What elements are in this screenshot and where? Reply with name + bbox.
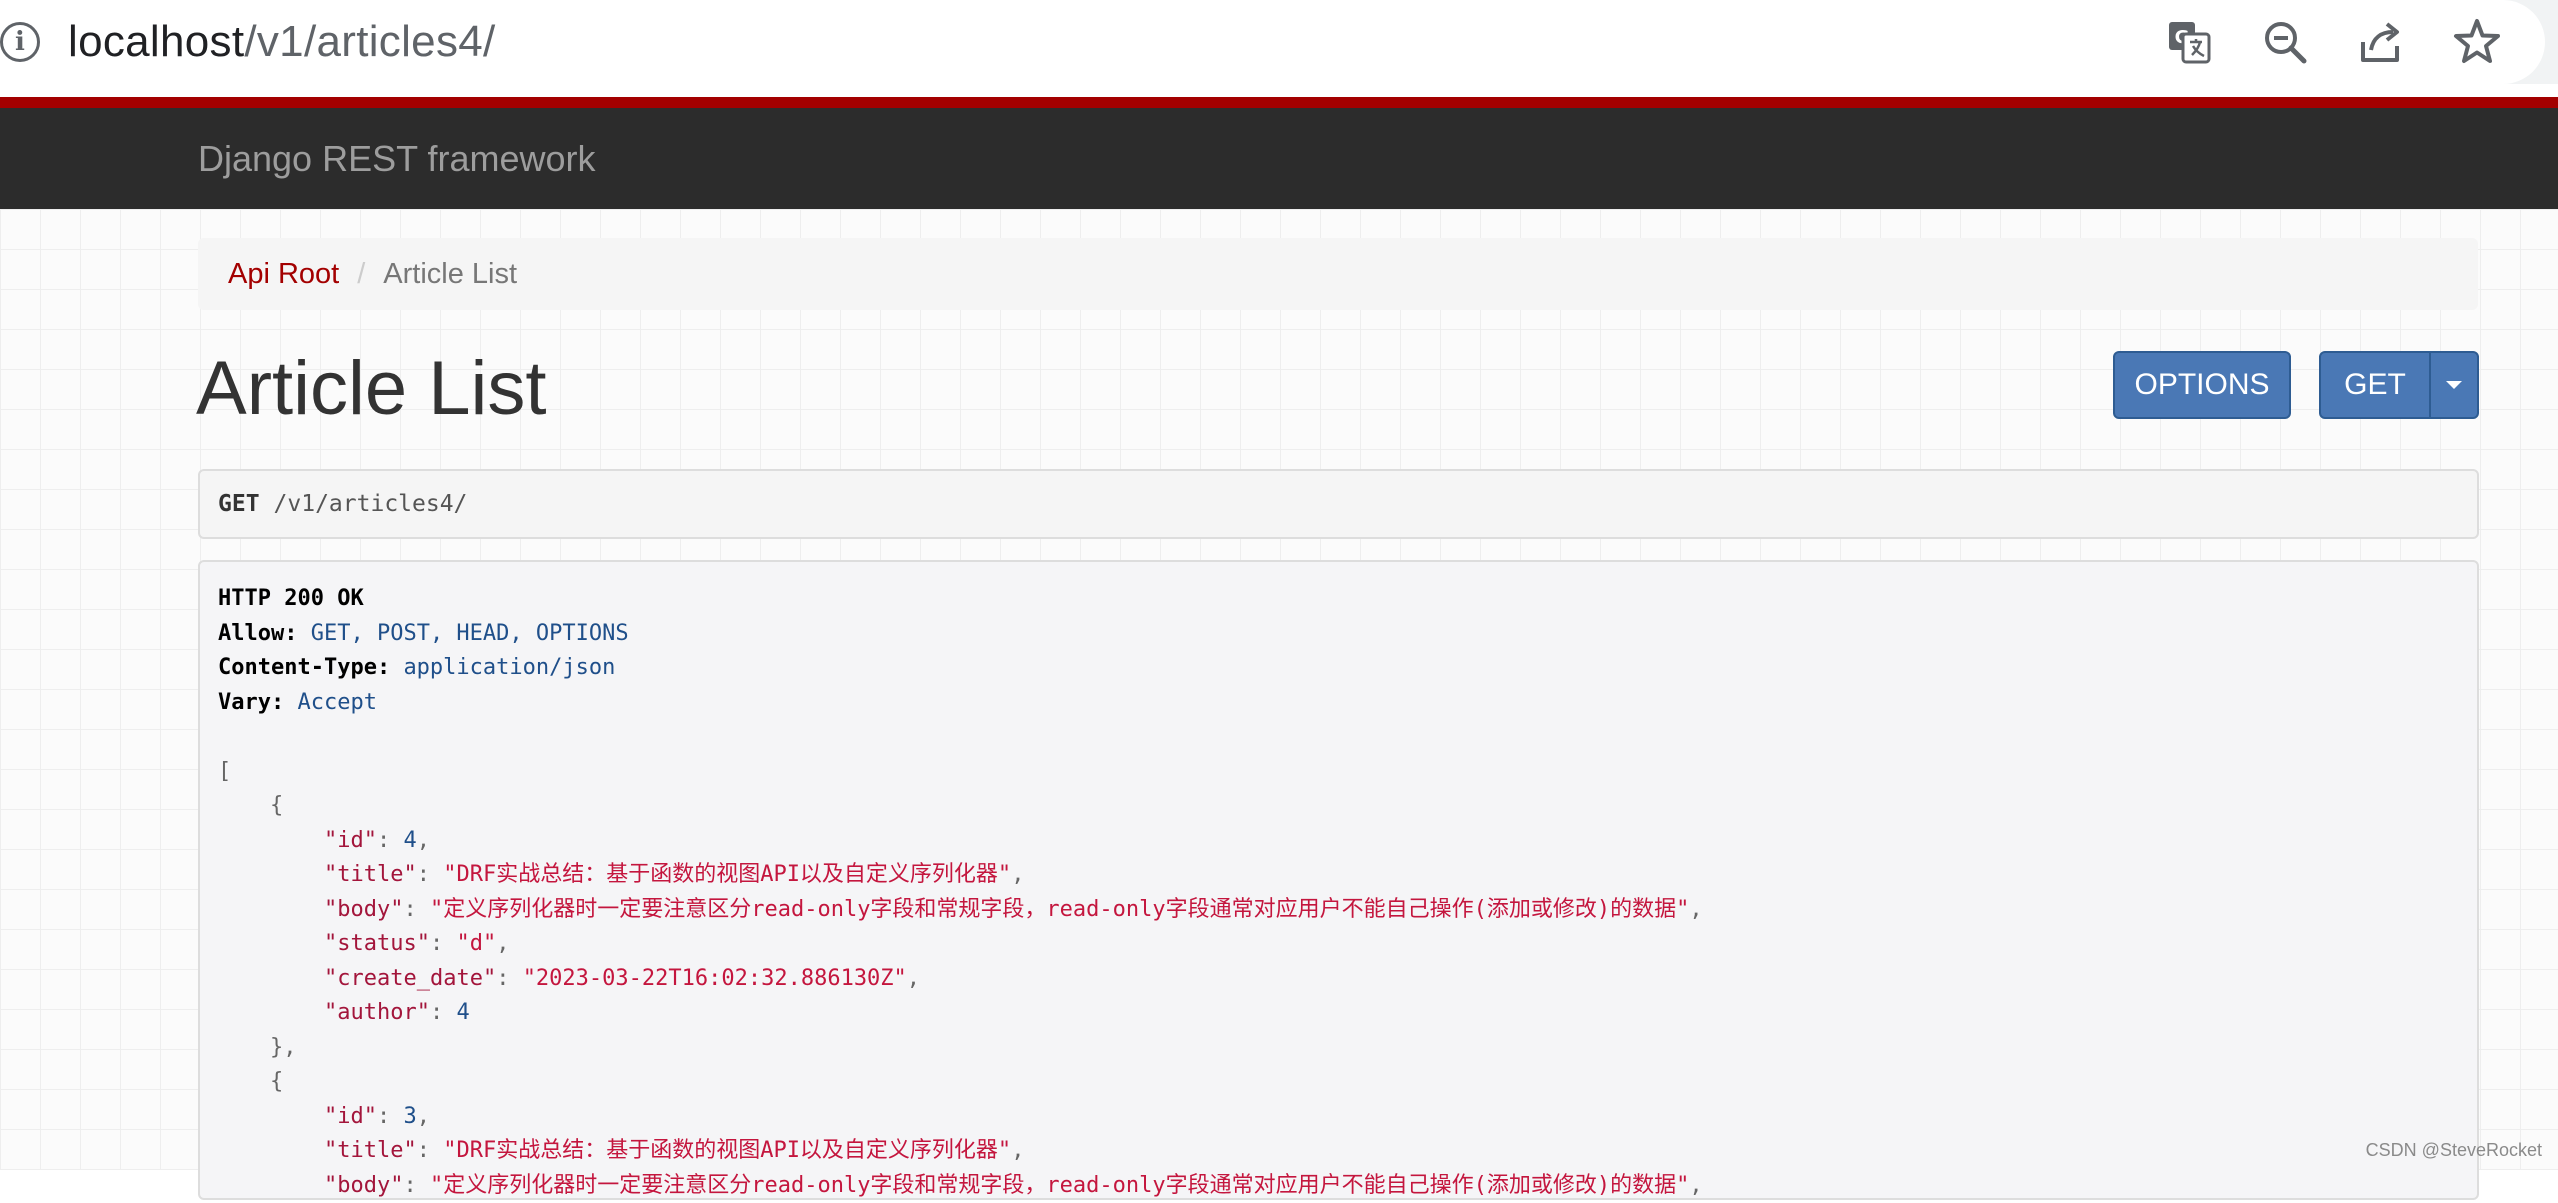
json-open-brace: { — [218, 1065, 2459, 1100]
response-info: HTTP 200 OK Allow: GET, POST, HEAD, OPTI… — [198, 560, 2479, 1200]
json-value: "DRF实战总结：基于函数的视图API以及自定义序列化器" — [443, 1138, 1011, 1163]
json-field-body: "body": "定义序列化器时一定要注意区分read-only字段和常规字段，… — [218, 893, 2459, 928]
json-open-bracket: [ — [218, 755, 2459, 790]
caret-down-icon — [2446, 381, 2462, 389]
json-value: "定义序列化器时一定要注意区分read-only字段和常规字段，read-onl… — [430, 897, 1689, 922]
json-value: "定义序列化器时一定要注意区分read-only字段和常规字段，read-onl… — [430, 1173, 1689, 1198]
request-method: GET — [218, 491, 260, 517]
json-field-id: "id": 4, — [218, 824, 2459, 859]
header-value: application/json — [403, 655, 615, 680]
header-value: Accept — [297, 690, 376, 715]
address-bar-actions: G — [2163, 16, 2503, 68]
zoom-out-icon[interactable] — [2259, 16, 2311, 68]
address-url[interactable]: localhost/v1/articles4/ — [68, 14, 496, 70]
response-header-allow: Allow: GET, POST, HEAD, OPTIONS — [218, 617, 2459, 652]
response-header-content-type: Content-Type: application/json — [218, 651, 2459, 686]
breadcrumb-separator: / — [357, 258, 365, 291]
translate-icon[interactable]: G — [2163, 16, 2215, 68]
breadcrumb-current: Article List — [383, 258, 517, 291]
browser-toolbar: i localhost/v1/articles4/ G — [0, 0, 2558, 84]
header-value: GET, POST, HEAD, OPTIONS — [311, 621, 629, 646]
navbar-brand[interactable]: Django REST framework — [198, 138, 595, 180]
json-field-title: "title": "DRF实战总结：基于函数的视图API以及自定义序列化器", — [218, 858, 2459, 893]
watermark: CSDN @SteveRocket — [2366, 1140, 2542, 1161]
response-status-line: HTTP 200 OK — [218, 582, 2459, 617]
navbar: Django REST framework — [0, 108, 2558, 209]
breadcrumb-api-root[interactable]: Api Root — [228, 258, 339, 291]
json-field-status: "status": "d", — [218, 927, 2459, 962]
get-button[interactable]: GET — [2319, 351, 2431, 419]
json-open-brace: { — [218, 789, 2459, 824]
response-header-vary: Vary: Accept — [218, 686, 2459, 721]
breadcrumb: Api Root / Article List — [198, 238, 2478, 310]
response-status: HTTP 200 OK — [218, 586, 364, 611]
json-field-body: "body": "定义序列化器时一定要注意区分read-only字段和常规字段，… — [218, 1169, 2459, 1203]
json-close-brace: }, — [218, 1031, 2459, 1066]
json-value: "DRF实战总结：基于函数的视图API以及自定义序列化器" — [443, 862, 1011, 887]
address-bar[interactable]: i localhost/v1/articles4/ G — [0, 0, 2545, 84]
json-field-id: "id": 3, — [218, 1100, 2459, 1135]
header-key: Content-Type: — [218, 655, 390, 680]
request-path: /v1/articles4/ — [274, 491, 468, 517]
star-icon[interactable] — [2451, 16, 2503, 68]
request-info: GET /v1/articles4/ — [198, 469, 2479, 539]
json-value: 3 — [403, 1104, 416, 1129]
json-value: "d" — [456, 931, 496, 956]
get-format-dropdown-button[interactable] — [2429, 351, 2479, 419]
header-key: Allow: — [218, 621, 297, 646]
info-icon[interactable]: i — [0, 22, 40, 62]
options-button[interactable]: OPTIONS — [2113, 351, 2291, 419]
json-value: "2023-03-22T16:02:32.886130Z" — [523, 966, 907, 991]
json-field-create-date: "create_date": "2023-03-22T16:02:32.8861… — [218, 962, 2459, 997]
page-title: Article List — [196, 344, 547, 434]
url-host: localhost — [68, 17, 244, 66]
json-value: 4 — [403, 828, 416, 853]
header-key: Vary: — [218, 690, 284, 715]
navbar-accent-stripe — [0, 97, 2558, 108]
json-value: 4 — [456, 1000, 469, 1025]
blank-line — [218, 720, 2459, 755]
url-path: /v1/articles4/ — [244, 17, 495, 66]
json-field-author: "author": 4 — [218, 996, 2459, 1031]
share-icon[interactable] — [2355, 16, 2407, 68]
json-field-title: "title": "DRF实战总结：基于函数的视图API以及自定义序列化器", — [218, 1134, 2459, 1169]
